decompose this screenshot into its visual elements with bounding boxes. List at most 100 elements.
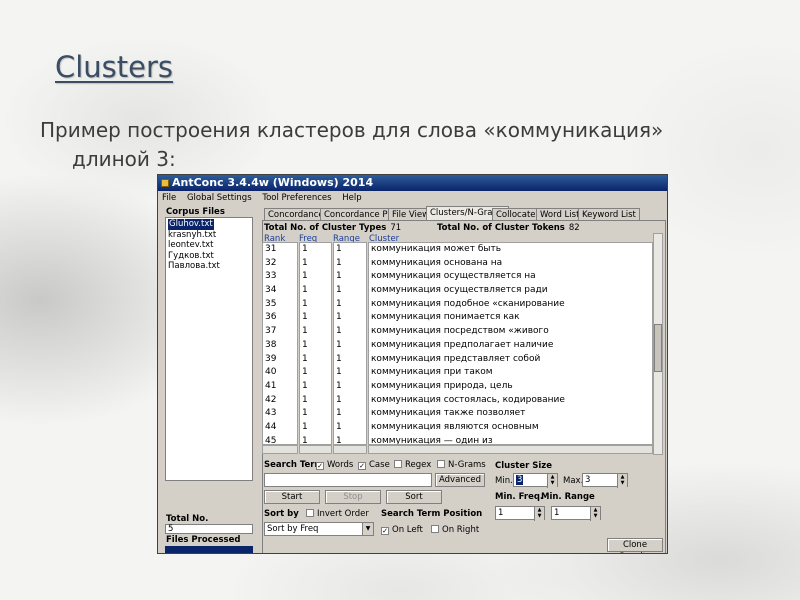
result-rank-cell: 45 <box>265 435 277 445</box>
regex-checkbox[interactable]: Regex <box>394 460 431 470</box>
search-term-position-label: Search Term Position <box>381 509 483 519</box>
stop-button[interactable]: Stop <box>325 490 381 504</box>
cluster-tokens-label: Total No. of Cluster Tokens <box>437 223 565 233</box>
cluster-tokens-stat: Total No. of Cluster Tokens 82 <box>437 223 580 233</box>
spin-arrows-icon[interactable]: ▲ ▼ <box>617 474 627 488</box>
result-range-cell: 1 <box>336 285 342 296</box>
advanced-button[interactable]: Advanced <box>435 473 485 487</box>
check-icon: ✓ <box>381 527 389 535</box>
on-right-checkbox[interactable]: On Right <box>431 525 479 535</box>
cluster-types-value: 71 <box>390 223 402 233</box>
title-bar[interactable]: AntConc 3.4.4w (Windows) 2014 <box>158 175 667 191</box>
sort-by-selected: Sort by Freq <box>267 524 319 534</box>
sort-button[interactable]: Sort <box>386 490 442 504</box>
menu-help[interactable]: Help <box>338 191 365 205</box>
check-icon: ✓ <box>316 462 324 470</box>
start-button[interactable]: Start <box>264 490 320 504</box>
slide-text-line1: Пример построения кластеров для слова «к… <box>40 118 664 142</box>
chevron-down-icon[interactable]: ▼ <box>362 523 373 535</box>
result-range-cell: 1 <box>336 257 342 268</box>
max-size-stepper[interactable]: 3 ▲ ▼ <box>582 473 628 488</box>
result-rank-cell: 33 <box>265 271 277 282</box>
result-freq-cell: 1 <box>302 435 308 445</box>
rank-hscroll[interactable] <box>262 445 298 454</box>
corpus-file-item[interactable]: Павлова.txt <box>168 261 250 272</box>
slide-text: Пример построения кластеров для слова «к… <box>40 116 740 174</box>
min-freq-value: 1 <box>498 508 504 518</box>
slide-title: Clusters <box>55 50 174 84</box>
corpus-file-item[interactable]: leontev.txt <box>168 240 250 251</box>
result-rank-cell: 39 <box>265 353 277 364</box>
results-vscroll[interactable] <box>653 233 663 455</box>
result-cluster-cell[interactable]: коммуникация осуществляется на <box>369 270 652 284</box>
words-checkbox[interactable]: ✓ Words <box>316 460 353 470</box>
corpus-file-item[interactable]: Гудков.txt <box>168 251 250 262</box>
unchecked-box-icon <box>394 460 402 468</box>
result-cluster-cell[interactable]: коммуникация при таком <box>369 366 652 380</box>
result-rank-cell: 31 <box>265 244 277 254</box>
unchecked-box-icon <box>306 509 314 517</box>
menu-file[interactable]: File <box>158 191 180 205</box>
result-cluster-cell[interactable]: коммуникация природа, цель <box>369 380 652 394</box>
invert-order-label: Invert Order <box>317 509 369 519</box>
corpus-file-item[interactable]: Gluhov.txt <box>168 219 214 230</box>
corpus-file-item[interactable]: krasnyh.txt <box>168 230 250 241</box>
min-freq-label: Min. Freq. <box>495 492 544 502</box>
freq-column: 1 1 1 1 1 1 1 1 1 1 1 1 1 1 1 <box>299 242 332 445</box>
unchecked-box-icon <box>437 460 445 468</box>
result-cluster-cell[interactable]: коммуникация являются основным <box>369 421 652 435</box>
result-rank-cell: 34 <box>265 285 277 296</box>
min-range-label: Min. Range <box>541 492 595 502</box>
ngrams-label: N-Grams <box>448 460 486 470</box>
result-cluster-cell[interactable]: коммуникация предполагает наличие <box>369 339 652 353</box>
result-freq-cell: 1 <box>302 326 308 337</box>
result-cluster-cell[interactable]: коммуникация представляет собой <box>369 353 652 367</box>
range-hscroll[interactable] <box>333 445 367 454</box>
on-left-checkbox[interactable]: ✓ On Left <box>381 525 423 535</box>
spin-arrows-icon[interactable]: ▲ ▼ <box>590 507 600 521</box>
result-cluster-cell[interactable]: коммуникация посредством «живого <box>369 325 652 339</box>
result-freq-cell: 1 <box>302 408 308 419</box>
result-cluster-cell[interactable]: коммуникация подобное «сканирование <box>369 298 652 312</box>
menu-bar: File Global Settings Tool Preferences He… <box>158 191 667 205</box>
min-size-label: Min. <box>495 476 513 486</box>
freq-hscroll[interactable] <box>299 445 332 454</box>
result-freq-cell: 1 <box>302 298 308 309</box>
result-cluster-cell[interactable]: коммуникация понимается как <box>369 311 652 325</box>
max-size-label: Max. <box>563 476 584 486</box>
result-cluster-cell[interactable]: коммуникация состоялась, кодирование <box>369 394 652 408</box>
case-checkbox[interactable]: ✓ Case <box>358 460 390 470</box>
result-cluster-cell[interactable]: коммуникация осуществляется ради <box>369 284 652 298</box>
result-freq-cell: 1 <box>302 394 308 405</box>
results-vscroll-thumb[interactable] <box>654 324 662 372</box>
slide-text-line2: длиной 3: <box>72 147 176 171</box>
result-freq-cell: 1 <box>302 312 308 323</box>
result-freq-cell: 1 <box>302 339 308 350</box>
search-term-input[interactable] <box>264 473 432 487</box>
result-range-cell: 1 <box>336 271 342 282</box>
result-cluster-cell[interactable]: коммуникация может быть <box>369 243 652 257</box>
unchecked-box-icon <box>431 525 439 533</box>
result-range-cell: 1 <box>336 326 342 337</box>
clone-results-button[interactable]: Clone Results <box>607 538 663 553</box>
search-term-label: Search Term <box>264 460 324 470</box>
result-cluster-cell[interactable]: коммуникация основана на <box>369 257 652 271</box>
antconc-window: AntConc 3.4.4w (Windows) 2014 File Globa… <box>157 174 668 554</box>
spin-arrows-icon[interactable]: ▲ ▼ <box>534 507 544 521</box>
ngrams-checkbox[interactable]: N-Grams <box>437 460 486 470</box>
regex-label: Regex <box>405 460 432 470</box>
sort-by-select[interactable]: Sort by Freq ▼ <box>264 522 374 536</box>
menu-global-settings[interactable]: Global Settings <box>183 191 256 205</box>
invert-order-checkbox[interactable]: Invert Order <box>306 509 369 519</box>
min-range-stepper[interactable]: 1 ▲ ▼ <box>551 506 601 521</box>
result-cluster-cell[interactable]: коммуникация также позволяет <box>369 407 652 421</box>
min-size-stepper[interactable]: 3 ▲ ▼ <box>513 473 558 488</box>
result-range-cell: 1 <box>336 367 342 378</box>
corpus-file-list[interactable]: Gluhov.txt krasnyh.txt leontev.txt Гудко… <box>165 217 253 481</box>
menu-tool-preferences[interactable]: Tool Preferences <box>258 191 335 205</box>
min-freq-stepper[interactable]: 1 ▲ ▼ <box>495 506 545 521</box>
cluster-hscroll[interactable] <box>368 445 653 454</box>
result-cluster-cell[interactable]: коммуникация — один из <box>369 435 652 444</box>
spin-arrows-icon[interactable]: ▲ ▼ <box>547 474 557 488</box>
case-label: Case <box>369 460 390 470</box>
